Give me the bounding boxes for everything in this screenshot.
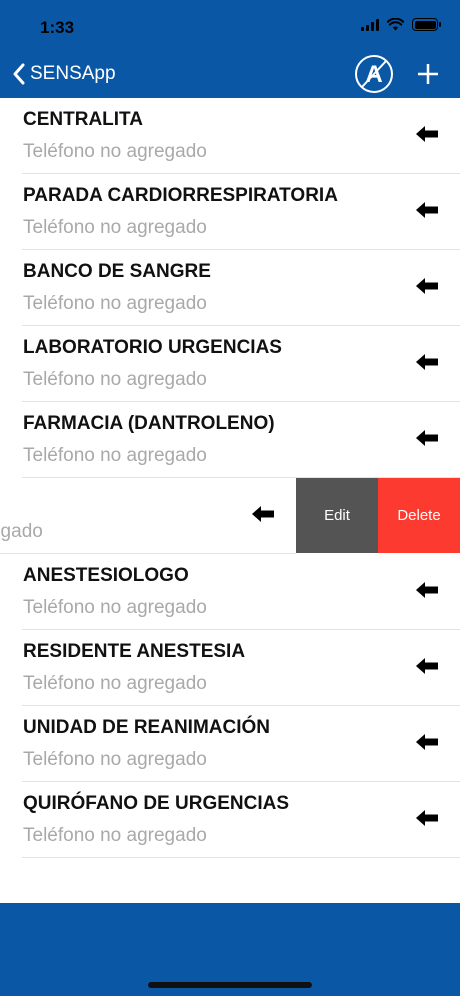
list-item-content[interactable]: LABORATORIO URGENCIAS Teléfono no agregad… [0, 326, 460, 402]
contact-phone: Teléfono no agregado [23, 141, 207, 162]
back-label: SENSApp [30, 63, 116, 84]
accessibility-a-icon: A [355, 55, 393, 93]
battery-icon [412, 18, 441, 31]
contact-title: RESIDENTE ANESTESIA [23, 641, 246, 662]
status-time: 1:33 [40, 18, 75, 37]
nav-bar: SENSApp A [0, 50, 460, 98]
swipe-actions: Edit Delete [296, 478, 460, 554]
arrow-left-icon[interactable] [416, 278, 438, 294]
accessibility-button[interactable]: A [354, 54, 394, 94]
list-item[interactable]: PARADA CARDIORRESPIRATORIA Teléfono no ag… [0, 174, 460, 250]
arrow-left-icon[interactable] [416, 658, 438, 674]
list-item[interactable]: RESIDENTE ANESTESIA Teléfono no agregado [0, 630, 460, 706]
arrow-left-icon[interactable] [416, 126, 438, 142]
contact-phone: Teléfono no agregado [23, 293, 207, 314]
list-item[interactable]: FARMACIA (DANTROLENO) Teléfono no agregad… [0, 402, 460, 478]
wifi-icon [387, 18, 404, 31]
arrow-left-icon[interactable] [416, 582, 438, 598]
contact-title: LABORATORIO URGENCIAS [23, 337, 282, 358]
add-button[interactable] [414, 58, 442, 90]
contact-phone: Teléfono no agregado [23, 825, 207, 846]
list-item-content[interactable]: RESIDENTE ANESTESIA Teléfono no agregado [0, 630, 460, 706]
contact-title: FARMACIA (DANTROLENO) [23, 413, 275, 434]
list-item-content[interactable]: ANESTESIOLOGO Teléfono no agregado [0, 554, 460, 630]
plus-icon [418, 64, 438, 84]
bottom-bar [0, 903, 460, 996]
contact-title: PARADA CARDIORRESPIRATORIA [23, 185, 338, 206]
contact-phone: Teléfono no agregado [23, 749, 207, 770]
arrow-left-icon[interactable] [416, 810, 438, 826]
list-item-content[interactable]: BANCO DE SANGRE Teléfono no agregado [0, 250, 460, 326]
contact-title: CENTRALITA [23, 109, 143, 130]
arrow-left-icon[interactable] [416, 354, 438, 370]
list-item-content[interactable]: PARADA CARDIORRESPIRATORIA Teléfono no ag… [0, 174, 460, 250]
back-button[interactable]: SENSApp [12, 60, 116, 88]
chevron-left-icon [13, 63, 25, 85]
list-item-content[interactable]: QUIRÓFANO DE URGENCIAS Teléfono no agrega… [0, 782, 460, 858]
list-item-content[interactable]: CENTRALITA Teléfono no agregado [0, 98, 460, 174]
contact-phone: Teléfono no agregado [23, 597, 207, 618]
list-item[interactable]: CENTRALITA Teléfono no agregado [0, 98, 460, 174]
edit-button[interactable]: Edit [296, 478, 378, 553]
status-bar: 1:33 [0, 0, 460, 50]
list-item[interactable]: UNIDAD DE REANIMACIÓN Teléfono no agregad… [0, 706, 460, 782]
list-item-content[interactable]: UNIDAD DE REANIMACIÓN Teléfono no agregad… [0, 706, 460, 782]
list-item[interactable]: ANESTESIOLOGO Teléfono no agregado [0, 554, 460, 630]
list-item[interactable]: MEDICINATeléfono no agregadoEditDelete [0, 478, 460, 554]
contact-phone: Teléfono no agregado [23, 369, 207, 390]
signal-icon [361, 18, 379, 31]
contacts-list: CENTRALITA Teléfono no agregado PARADA CAR… [0, 98, 460, 858]
contact-title: QUIRÓFANO DE URGENCIAS [23, 793, 290, 814]
status-icons [361, 18, 441, 31]
arrow-left-icon[interactable] [416, 202, 438, 218]
contact-phone: Teléfono no agregado [23, 445, 207, 466]
contact-phone: Teléfono no agregado [0, 521, 43, 542]
list-item[interactable]: BANCO DE SANGRE Teléfono no agregado [0, 250, 460, 326]
contact-phone: Teléfono no agregado [23, 217, 207, 238]
list-item[interactable]: QUIRÓFANO DE URGENCIAS Teléfono no agrega… [0, 782, 460, 858]
arrow-left-icon[interactable] [252, 506, 274, 522]
list-item-content[interactable]: FARMACIA (DANTROLENO) Teléfono no agregad… [0, 402, 460, 478]
delete-button[interactable]: Delete [378, 478, 460, 553]
arrow-left-icon[interactable] [416, 734, 438, 750]
contact-title: ANESTESIOLOGO [23, 565, 189, 586]
contact-phone: Teléfono no agregado [23, 673, 207, 694]
contact-title: UNIDAD DE REANIMACIÓN [23, 717, 270, 738]
arrow-left-icon[interactable] [416, 430, 438, 446]
list-item-content[interactable]: MEDICINATeléfono no agregado [0, 478, 296, 554]
list-item[interactable]: LABORATORIO URGENCIAS Teléfono no agregad… [0, 326, 460, 402]
home-indicator[interactable] [148, 982, 312, 988]
contact-title: BANCO DE SANGRE [23, 261, 211, 282]
